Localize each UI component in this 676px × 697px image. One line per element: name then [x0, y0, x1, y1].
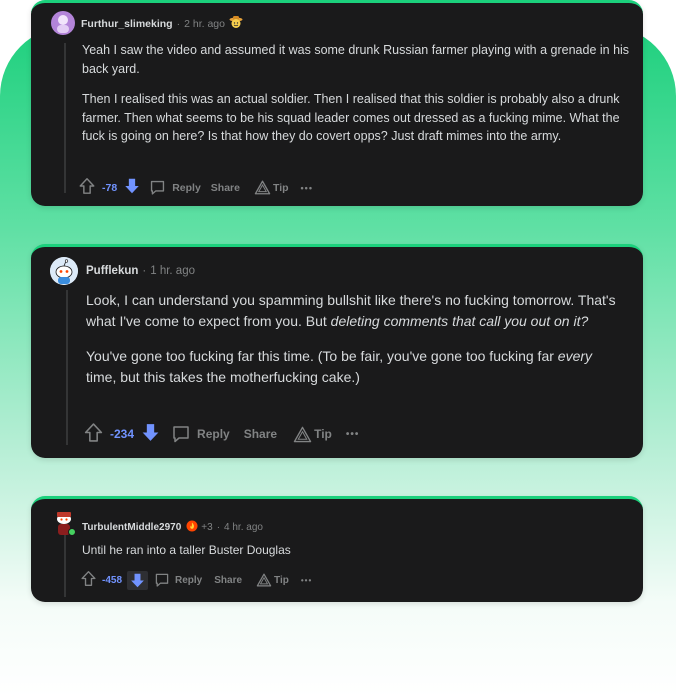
comment-bubble-icon: [155, 573, 169, 587]
more-options-icon[interactable]: •••: [301, 576, 312, 585]
vote-score: -78: [102, 181, 118, 194]
comment-header: Furthur_slimeking · 2 hr. ago: [81, 15, 243, 32]
downvote-icon[interactable]: [140, 422, 161, 446]
share-label: Share: [243, 427, 278, 441]
timestamp[interactable]: 2 hr. ago: [184, 18, 225, 30]
thread-line[interactable]: [64, 43, 66, 193]
reply-button[interactable]: Reply: [154, 572, 202, 588]
karma-flame-icon: [186, 520, 198, 535]
avatar[interactable]: [53, 511, 77, 537]
comment-paragraph: Look, I can understand you spamming bull…: [86, 292, 616, 329]
comment-actions: -458 Reply Share Tip •••: [80, 570, 312, 590]
timestamp[interactable]: 1 hr. ago: [150, 265, 195, 277]
thread-line[interactable]: [66, 290, 68, 445]
comment-actions: -234 Reply Share Tip •••: [83, 422, 359, 446]
comment-paragraph: Then I realised this was an actual soldi…: [82, 92, 620, 143]
timestamp[interactable]: 4 hr. ago: [224, 522, 263, 533]
vote-score: -458: [102, 574, 123, 586]
separator-dot: ·: [216, 522, 221, 533]
share-button[interactable]: Share: [214, 575, 242, 586]
comment-header: Pufflekun · 1 hr. ago: [86, 265, 195, 277]
thread-line[interactable]: [64, 535, 66, 597]
cowboy-emoji-icon: [229, 15, 243, 32]
username[interactable]: Pufflekun: [86, 265, 138, 277]
comment-paragraph: Until he ran into a taller Buster Dougla…: [82, 543, 291, 557]
reply-button[interactable]: Reply: [171, 424, 230, 444]
comment-card-2: Pufflekun · 1 hr. ago Look, I can unders…: [31, 244, 643, 458]
comment-paragraph: Yeah I saw the video and assumed it was …: [82, 43, 630, 76]
reply-label: Reply: [175, 574, 203, 586]
comment-body: Look, I can understand you spamming bull…: [86, 290, 626, 388]
share-button[interactable]: Share: [211, 182, 240, 194]
share-label: Share: [214, 574, 243, 586]
more-options-icon[interactable]: •••: [301, 183, 313, 193]
comment-header: TurbulentMiddle2970 +3 · 4 hr. ago: [82, 520, 263, 535]
avatar[interactable]: [50, 257, 78, 285]
username[interactable]: Furthur_slimeking: [81, 18, 173, 30]
tip-triangle-icon: [293, 426, 312, 442]
tip-label: Tip: [274, 574, 289, 586]
comment-card-3: TurbulentMiddle2970 +3 · 4 hr. ago Until…: [31, 496, 643, 602]
separator-dot: ·: [176, 17, 181, 30]
comment-paragraph: You've gone too fucking far this time. (…: [86, 348, 593, 385]
emphasis-text: every: [557, 348, 593, 364]
tip-button[interactable]: Tip: [254, 180, 289, 195]
tip-triangle-icon: [256, 573, 272, 587]
comment-card-1: Furthur_slimeking · 2 hr. ago Yeah I saw…: [31, 0, 643, 206]
share-label: Share: [210, 181, 240, 194]
tip-label: Tip: [272, 181, 289, 194]
comment-actions: -78 Reply Share Tip •••: [78, 177, 313, 198]
comment-bubble-icon: [173, 426, 189, 443]
reply-button[interactable]: Reply: [149, 179, 201, 196]
downvote-icon[interactable]: [127, 570, 149, 590]
upvote-icon[interactable]: [80, 570, 97, 590]
reply-label: Reply: [197, 427, 230, 441]
avatar[interactable]: [51, 11, 75, 35]
emphasis-text: deleting comments that call you out on i…: [330, 313, 589, 329]
username[interactable]: TurbulentMiddle2970: [82, 522, 181, 533]
upvote-icon[interactable]: [83, 422, 104, 446]
separator-dot: ·: [142, 265, 147, 277]
upvote-icon[interactable]: [78, 177, 96, 198]
more-options-icon[interactable]: •••: [346, 429, 360, 440]
tip-button[interactable]: Tip: [256, 573, 289, 587]
tip-triangle-icon: [254, 180, 271, 195]
downvote-icon[interactable]: [123, 177, 141, 198]
reply-label: Reply: [172, 181, 201, 194]
share-button[interactable]: Share: [244, 427, 277, 441]
comment-body: Yeah I saw the video and assumed it was …: [82, 41, 630, 146]
tip-label: Tip: [314, 427, 332, 441]
vote-score: -234: [110, 427, 135, 441]
comment-bubble-icon: [151, 180, 165, 195]
tip-button[interactable]: Tip: [293, 426, 332, 443]
comment-body: Until he ran into a taller Buster Dougla…: [82, 542, 622, 559]
karma-badge: +3: [201, 522, 213, 533]
